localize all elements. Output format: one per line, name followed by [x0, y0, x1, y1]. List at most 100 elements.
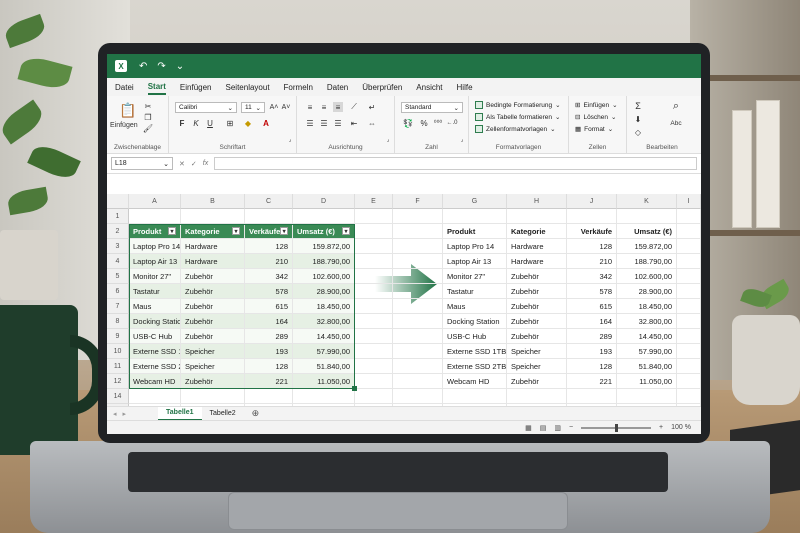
grid-cell[interactable]	[677, 329, 701, 344]
table-cell[interactable]: 164	[245, 314, 293, 329]
grow-font-icon[interactable]: A˄	[269, 102, 279, 112]
paste-icon[interactable]: 📋	[119, 101, 137, 119]
paste-button[interactable]: Einfügen	[109, 121, 139, 130]
font-name-dropdown[interactable]: Calibri ⌄	[175, 102, 237, 113]
table-cell[interactable]: 159.872,00	[617, 239, 677, 254]
grid-cell[interactable]	[355, 269, 393, 284]
grid-cell[interactable]	[677, 224, 701, 239]
add-sheet-icon[interactable]: ⊕	[244, 408, 268, 419]
table-cell[interactable]: 221	[245, 374, 293, 389]
table-cell[interactable]: Monitor 27"	[443, 269, 507, 284]
table-cell[interactable]: Zubehör	[507, 374, 567, 389]
grid-cell[interactable]	[293, 209, 355, 224]
table-cell[interactable]: 578	[567, 284, 617, 299]
table-header-cell[interactable]: Umsatz (€) ▾	[293, 224, 355, 239]
select-all-corner[interactable]	[107, 194, 129, 209]
page-layout-icon[interactable]: ▤	[540, 424, 547, 432]
table-cell[interactable]: 57.990,00	[293, 344, 355, 359]
grid-cell[interactable]	[355, 314, 393, 329]
zoom-out-icon[interactable]: −	[569, 424, 573, 431]
table-cell[interactable]: Speicher	[507, 344, 567, 359]
table-cell[interactable]: Speicher	[181, 359, 245, 374]
table-cell[interactable]: 210	[567, 254, 617, 269]
copy-icon[interactable]: ❐	[143, 112, 153, 122]
orientation-icon[interactable]: ⟋	[349, 102, 359, 112]
table-cell[interactable]: USB-C Hub	[443, 329, 507, 344]
table-cell[interactable]: 57.990,00	[617, 344, 677, 359]
cut-icon[interactable]: ✂	[143, 101, 153, 111]
table-cell[interactable]: Zubehör	[507, 329, 567, 344]
grid-cell[interactable]	[181, 389, 245, 404]
table-cell[interactable]: 188.790,00	[293, 254, 355, 269]
page-break-icon[interactable]: ▥	[554, 424, 561, 432]
column-header[interactable]: F	[393, 194, 443, 209]
table-cell[interactable]: Hardware	[507, 254, 567, 269]
border-icon[interactable]: ⊞	[225, 118, 235, 128]
merge-cells-icon[interactable]: ⇔	[367, 118, 377, 128]
row-header[interactable]: 6	[107, 284, 129, 299]
undo-icon[interactable]: ↶	[139, 61, 147, 72]
italic-button[interactable]: K	[191, 118, 201, 128]
grid-cell[interactable]	[567, 389, 617, 404]
table-cell[interactable]: USB-C Hub	[129, 329, 181, 344]
table-cell[interactable]: 578	[245, 284, 293, 299]
filter-dropdown-icon[interactable]: ▾	[280, 227, 288, 235]
tab-4[interactable]: Formeln	[284, 81, 313, 94]
table-cell[interactable]: 289	[567, 329, 617, 344]
row-header[interactable]: 14	[107, 389, 129, 404]
underline-button[interactable]: U	[205, 118, 215, 128]
table-cell[interactable]: 210	[245, 254, 293, 269]
table-cell[interactable]: 14.450,00	[617, 329, 677, 344]
table-cell[interactable]: Zubehör	[181, 314, 245, 329]
table-cell[interactable]: 102.600,00	[617, 269, 677, 284]
fill-icon[interactable]: ⬇	[633, 114, 643, 124]
insert-cells-button[interactable]: ⊞ Einfügen ⌄	[575, 101, 618, 110]
table-cell[interactable]: Externe SSD 2TB	[443, 359, 507, 374]
table-cell[interactable]: 128	[245, 359, 293, 374]
grid-cell[interactable]	[129, 389, 181, 404]
sheet-tab-tabelle1[interactable]: Tabelle1	[158, 406, 202, 421]
table-cell[interactable]: Monitor 27"	[129, 269, 181, 284]
table-cell[interactable]: Speicher	[507, 359, 567, 374]
table-cell[interactable]: Externe SSD 1TB	[129, 344, 181, 359]
grid-cell[interactable]	[507, 209, 567, 224]
format-cells-button[interactable]: ▦ Format ⌄	[575, 125, 613, 134]
row-header[interactable]: 3	[107, 239, 129, 254]
grid-cell[interactable]	[393, 284, 443, 299]
table-cell[interactable]: Laptop Pro 14	[443, 239, 507, 254]
insert-function-icon[interactable]: fx	[203, 160, 208, 167]
grid-cell[interactable]	[393, 389, 443, 404]
table-cell[interactable]: 193	[245, 344, 293, 359]
row-header[interactable]: 8	[107, 314, 129, 329]
table-cell[interactable]: Zubehör	[181, 269, 245, 284]
column-header[interactable]: C	[245, 194, 293, 209]
table-cell[interactable]: 11.050,00	[293, 374, 355, 389]
grid-cell[interactable]	[393, 329, 443, 344]
table-cell[interactable]: Zubehör	[507, 269, 567, 284]
table-cell[interactable]: 28.900,00	[617, 284, 677, 299]
percent-icon[interactable]: %	[419, 118, 429, 128]
grid-cell[interactable]	[355, 299, 393, 314]
row-header[interactable]: 1	[107, 209, 129, 224]
tab-5[interactable]: Daten	[327, 81, 348, 94]
table-cell[interactable]: 221	[567, 374, 617, 389]
grid-cell[interactable]	[355, 329, 393, 344]
row-header[interactable]: 2	[107, 224, 129, 239]
grid-cell[interactable]	[393, 299, 443, 314]
thousands-icon[interactable]: ⁰⁰⁰	[433, 118, 443, 128]
table-cell[interactable]: 11.050,00	[617, 374, 677, 389]
dialog-launcher-icon[interactable]: ⌟	[383, 134, 393, 144]
table-cell[interactable]: Externe SSD 2TB	[129, 359, 181, 374]
table-cell[interactable]: Hardware	[507, 239, 567, 254]
confirm-icon[interactable]: ✓	[191, 160, 197, 168]
table-cell[interactable]: 615	[567, 299, 617, 314]
table-cell[interactable]: Laptop Air 13	[443, 254, 507, 269]
cell-styles-button[interactable]: Zellenformatvorlagen ⌄	[475, 125, 556, 133]
table-cell[interactable]: Laptop Pro 14	[129, 239, 181, 254]
row-header[interactable]: 7	[107, 299, 129, 314]
table-cell[interactable]: Laptop Air 13	[129, 254, 181, 269]
table-header-cell[interactable]: Verkäufe	[567, 224, 617, 239]
table-cell[interactable]: Zubehör	[507, 314, 567, 329]
align-center-icon[interactable]: ☰	[319, 118, 329, 128]
grid-cell[interactable]	[677, 284, 701, 299]
